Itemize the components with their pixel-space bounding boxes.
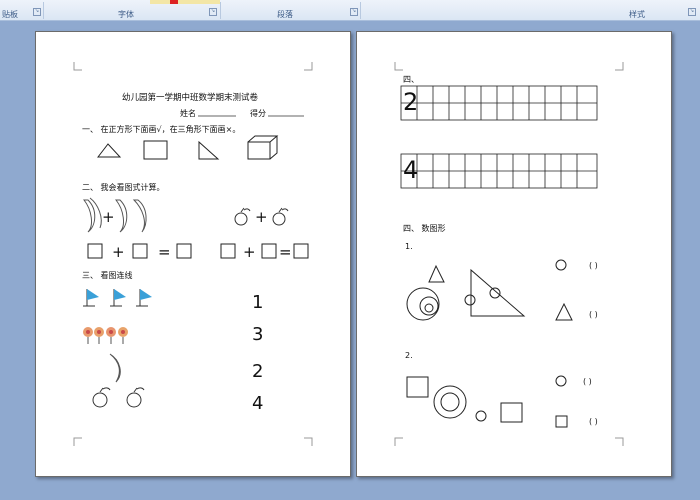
equals-sign: = [279,243,292,261]
font-color-swatch [150,0,220,4]
answer-blank[interactable]: ( ) [583,377,592,386]
ribbon-group-clipboard: 贴板 [2,10,18,19]
question-2: 二、 我会看图式计算。 [82,183,165,192]
match-number: 3 [252,324,264,345]
triangle-shape [96,143,122,158]
page-title: 幼儿园第一学期中班数学期末测试卷 [122,93,259,103]
styles-dialog-launcher-icon[interactable]: ↘ [688,8,696,16]
question-3: 三、 看图连线 [82,271,133,280]
ribbon-group-paragraph: 段落 [277,10,293,19]
count-figure-1 [406,264,526,321]
document-page-2[interactable]: 四、 2 4 四、 数图形 1. ( ) ( ) 2. ( ) ( ) [356,31,672,477]
answer-blank[interactable]: ( ) [589,417,598,426]
writing-digit: 4 [403,156,419,184]
match-number: 4 [252,393,264,414]
ribbon-group-font: 字体 [118,10,134,19]
match-number: 2 [252,361,264,382]
score-label: 得分 [250,109,266,118]
highlight-red-swatch [170,0,178,4]
answer-shapes-2 [555,375,568,428]
apple-right [272,207,289,226]
count-figure-2 [406,376,523,423]
page-corner-marks [394,62,624,446]
font-dialog-launcher-icon[interactable]: ↘ [209,8,217,16]
banana-single [109,353,121,383]
ribbon-separator [43,2,44,19]
item-2-label: 2. [405,351,413,360]
writing-grid-2 [400,153,598,189]
name-label: 姓名 [180,109,196,118]
paragraph-dialog-launcher-icon[interactable]: ↘ [350,8,358,16]
ribbon-group-styles: 样式 [629,10,645,19]
lollipops-group [83,327,128,344]
ribbon-separator [360,2,361,19]
question-4-count-shapes: 四、 数图形 [403,224,446,233]
answer-blank[interactable]: ( ) [589,261,598,270]
plus-sign: + [255,208,268,226]
banana-group-left [82,197,102,233]
ribbon-bar: 贴板 ↘ 字体 ↘ 段落 ↘ 样式 ↘ [0,0,700,21]
plus-sign: + [112,243,125,261]
square-shape [143,140,168,160]
writing-grid-1 [400,85,598,121]
question-4-writing: 四、 [403,75,419,84]
answer-shapes-1 [555,259,573,321]
cube-shape [247,135,279,160]
document-page-1[interactable]: 幼儿园第一学期中班数学期末测试卷 姓名 得分 一、 在正方形下面画√，在三角形下… [35,31,351,477]
flags-group [83,289,152,307]
clipboard-dialog-launcher-icon[interactable]: ↘ [33,8,41,16]
banana-group-right [114,199,147,233]
right-triangle-shape [198,140,220,160]
writing-digit: 2 [403,88,419,116]
plus-sign: + [243,243,256,261]
item-1-label: 1. [405,242,413,251]
match-number: 1 [252,292,264,313]
answer-blank[interactable]: ( ) [589,310,598,319]
apple-left [234,207,251,226]
plus-sign: + [102,208,115,226]
ribbon-separator [220,2,221,19]
question-1: 一、 在正方形下面画√，在三角形下面画×。 [82,125,241,134]
equals-sign: = [158,243,171,261]
apples-pair [92,387,145,408]
